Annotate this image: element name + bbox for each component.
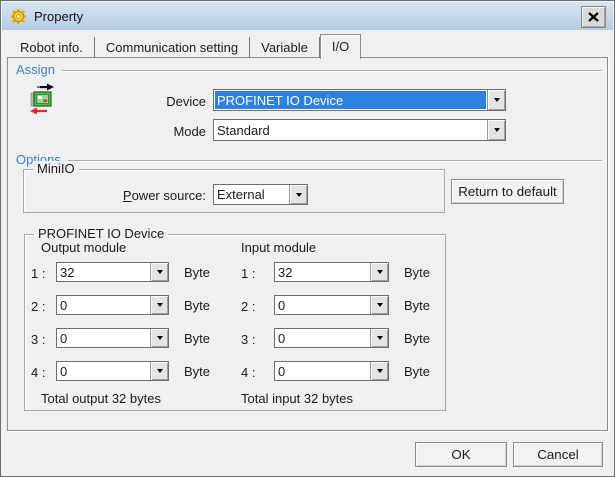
return-to-default-button[interactable]: Return to default — [451, 179, 564, 204]
chevron-down-icon — [377, 270, 383, 274]
power-source-combobox[interactable]: External — [213, 184, 308, 205]
ok-button[interactable]: OK — [415, 442, 507, 467]
input-module-4-dropdown-button[interactable] — [370, 362, 388, 380]
output-module-3-dropdown-button[interactable] — [150, 329, 168, 347]
close-button[interactable] — [581, 6, 606, 28]
output-module-header: Output module — [41, 240, 126, 255]
input-row-2-unit: Byte — [404, 298, 430, 313]
power-source-combobox-value: External — [214, 185, 289, 204]
input-row-3-index: 3 : — [241, 332, 255, 347]
tab-communication-setting[interactable]: Communication setting — [95, 37, 250, 58]
output-module-2-combobox[interactable]: 0 — [56, 295, 169, 315]
output-module-4-value: 0 — [57, 362, 150, 380]
power-source-combobox-dropdown-button[interactable] — [289, 185, 307, 204]
input-module-1-dropdown-button[interactable] — [370, 263, 388, 281]
output-row-2-unit: Byte — [184, 298, 210, 313]
device-label: Device — [101, 94, 206, 109]
io-direction-arrows-icon — [28, 83, 56, 115]
close-x-icon — [588, 12, 599, 22]
input-module-header: Input module — [241, 240, 316, 255]
chevron-down-icon — [157, 336, 163, 340]
input-row-4-index: 4 : — [241, 365, 255, 380]
output-row-1-index: 1 : — [31, 266, 45, 281]
input-module-1-combobox[interactable]: 32 — [274, 262, 389, 282]
output-row-3-index: 3 : — [31, 332, 45, 347]
tab-strip: Robot info. Communication setting Variab… — [9, 34, 361, 58]
output-module-2-dropdown-button[interactable] — [150, 296, 168, 314]
mode-label: Mode — [101, 124, 206, 139]
output-module-2-value: 0 — [57, 296, 150, 314]
profinet-groupbox-title: PROFINET IO Device — [34, 226, 168, 241]
input-module-3-value: 0 — [275, 329, 370, 347]
gear-icon — [10, 8, 27, 25]
input-module-2-dropdown-button[interactable] — [370, 296, 388, 314]
title-bar[interactable]: Property — [2, 2, 613, 30]
chevron-down-icon — [157, 303, 163, 307]
assign-header-rule — [62, 70, 602, 72]
output-module-3-combobox[interactable]: 0 — [56, 328, 169, 348]
input-module-2-value: 0 — [275, 296, 370, 314]
miniio-groupbox-title: MiniIO — [33, 161, 79, 176]
chevron-down-icon — [296, 193, 302, 197]
input-module-4-combobox[interactable]: 0 — [274, 361, 389, 381]
tab-io[interactable]: I/O — [320, 34, 361, 59]
options-header-rule — [68, 160, 602, 162]
chevron-down-icon — [157, 369, 163, 373]
chevron-down-icon — [377, 369, 383, 373]
assign-section-header: Assign — [16, 62, 602, 77]
chevron-down-icon — [377, 303, 383, 307]
input-module-2-combobox[interactable]: 0 — [274, 295, 389, 315]
output-row-2-index: 2 : — [31, 299, 45, 314]
input-row-1-index: 1 : — [241, 266, 255, 281]
output-row-1-unit: Byte — [184, 265, 210, 280]
power-source-label: Power source: — [91, 188, 206, 203]
output-module-1-dropdown-button[interactable] — [150, 263, 168, 281]
chevron-down-icon — [494, 98, 500, 102]
output-module-4-combobox[interactable]: 0 — [56, 361, 169, 381]
input-module-3-combobox[interactable]: 0 — [274, 328, 389, 348]
cancel-button[interactable]: Cancel — [513, 442, 603, 467]
device-combobox-dropdown-button[interactable] — [487, 90, 505, 110]
chevron-down-icon — [377, 336, 383, 340]
device-combobox[interactable]: PROFINET IO Device — [213, 89, 506, 111]
output-module-1-value: 32 — [57, 263, 150, 281]
property-dialog: Property Robot info. Communication setti… — [0, 0, 615, 477]
assign-header-label: Assign — [16, 62, 55, 77]
input-row-1-unit: Byte — [404, 265, 430, 280]
output-module-3-value: 0 — [57, 329, 150, 347]
input-module-1-value: 32 — [275, 263, 370, 281]
input-row-2-index: 2 : — [241, 299, 255, 314]
tab-robot-info[interactable]: Robot info. — [9, 37, 95, 58]
output-module-1-combobox[interactable]: 32 — [56, 262, 169, 282]
input-module-3-dropdown-button[interactable] — [370, 329, 388, 347]
output-row-4-index: 4 : — [31, 365, 45, 380]
total-input-text: Total input 32 bytes — [241, 391, 353, 406]
total-output-text: Total output 32 bytes — [41, 391, 161, 406]
input-module-4-value: 0 — [275, 362, 370, 380]
tab-variable[interactable]: Variable — [250, 37, 320, 58]
mode-combobox[interactable]: Standard — [213, 119, 506, 141]
window-title: Property — [34, 9, 83, 24]
mode-combobox-dropdown-button[interactable] — [487, 120, 505, 140]
output-row-3-unit: Byte — [184, 331, 210, 346]
output-module-4-dropdown-button[interactable] — [150, 362, 168, 380]
device-combobox-value: PROFINET IO Device — [215, 91, 486, 109]
output-row-4-unit: Byte — [184, 364, 210, 379]
input-row-3-unit: Byte — [404, 331, 430, 346]
mode-combobox-value: Standard — [214, 120, 487, 140]
chevron-down-icon — [494, 128, 500, 132]
profinet-groupbox: PROFINET IO Device — [24, 234, 446, 411]
input-row-4-unit: Byte — [404, 364, 430, 379]
options-section-header: Options — [16, 152, 602, 167]
chevron-down-icon — [157, 270, 163, 274]
